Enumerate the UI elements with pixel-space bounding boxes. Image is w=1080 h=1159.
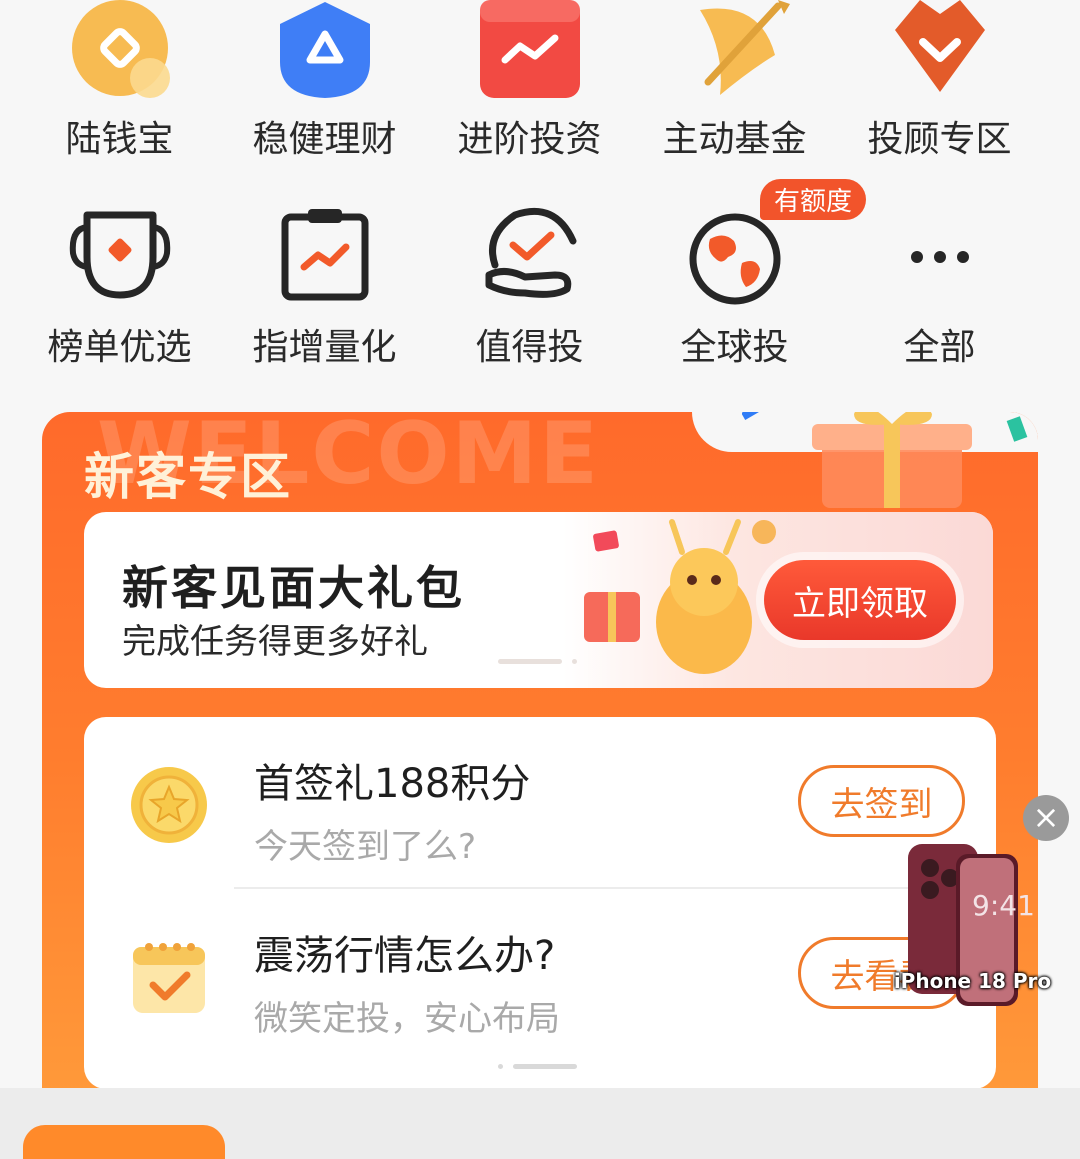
globe-icon <box>680 205 790 305</box>
quick-entry-row-2: 榜单优选 指增量化 值得投 有额度 全球投 全部 <box>17 179 1080 385</box>
carousel-indicator <box>498 1056 587 1075</box>
ad-label: iPhone 18 Pro <box>893 969 1052 993</box>
newbie-title: 新客专区 <box>84 448 292 506</box>
task-row[interactable]: 首签礼188积分 今天签到了么? 去签到 <box>84 717 996 887</box>
entry-jinjie-touzi[interactable]: 进阶投资 <box>427 0 632 170</box>
carousel-indicator <box>498 651 587 670</box>
entry-quanbu[interactable]: 全部 <box>837 195 1042 385</box>
task-title: 震荡行情怎么办? <box>254 933 556 979</box>
archery-icon <box>680 0 790 100</box>
shield-icon <box>270 0 380 100</box>
task-title: 首签礼188积分 <box>254 761 531 807</box>
more-icon <box>885 205 995 305</box>
entry-label: 全球投 <box>680 327 789 368</box>
entry-zhide-tou[interactable]: 值得投 <box>427 195 632 385</box>
gift-box-icon <box>742 412 1028 508</box>
close-ad-button[interactable]: × <box>1023 795 1069 841</box>
entry-zhudong-jijin[interactable]: 主动基金 <box>632 0 837 170</box>
svg-text:9:41: 9:41 <box>972 889 1035 922</box>
entry-lujinbao[interactable]: 陆钱宝 <box>17 0 222 170</box>
entry-label: 值得投 <box>475 327 584 368</box>
calendar-check-icon <box>129 937 209 1017</box>
sign-in-button[interactable]: 去签到 <box>798 765 965 837</box>
task-row[interactable]: 震荡行情怎么办? 微笑定投，安心布局 去看看 <box>84 889 996 1059</box>
entry-wenjian-licai[interactable]: 稳健理财 <box>222 0 427 170</box>
task-list-card: 首签礼188积分 今天签到了么? 去签到 震荡行情怎么办? 微笑定投，安心布局 … <box>84 717 996 1089</box>
entry-zhizeng-lianghua[interactable]: 指增量化 <box>222 195 427 385</box>
entry-label: 稳健理财 <box>252 119 397 160</box>
bottom-floating-button[interactable] <box>23 1125 225 1159</box>
claim-now-button[interactable]: 立即领取 <box>764 560 956 640</box>
entry-label: 全部 <box>903 327 976 368</box>
floating-phone-ad[interactable]: 9:41 iPhone 18 Pro <box>880 840 1065 1015</box>
hand-check-icon <box>475 205 585 305</box>
gift-pack-card[interactable]: 新客见面大礼包 完成任务得更多好礼 立即领取 <box>84 512 993 688</box>
task-subtitle: 今天签到了么? <box>254 827 477 867</box>
chevron-shield-icon <box>885 0 995 100</box>
trophy-icon <box>65 205 175 305</box>
gold-star-coin-icon <box>129 765 209 845</box>
trend-calendar-icon <box>475 0 585 100</box>
entry-bangdan-youxuan[interactable]: 榜单优选 <box>17 195 222 385</box>
gift-pack-subtitle: 完成任务得更多好礼 <box>122 622 428 662</box>
entry-label: 主动基金 <box>662 119 807 160</box>
entry-label: 投顾专区 <box>867 119 1012 160</box>
entry-label: 指增量化 <box>252 327 397 368</box>
entry-label: 榜单优选 <box>47 327 192 368</box>
mascot-deer-icon <box>584 519 776 674</box>
entry-label: 进阶投资 <box>457 119 602 160</box>
entry-label: 陆钱宝 <box>65 119 174 160</box>
entry-quanqiu-tou[interactable]: 有额度 全球投 <box>632 179 867 385</box>
gift-pack-title: 新客见面大礼包 <box>122 561 465 615</box>
entry-tougu-zhuanqu[interactable]: 投顾专区 <box>837 0 1042 170</box>
task-subtitle: 微笑定投，安心布局 <box>254 999 560 1039</box>
quick-entry-row-1: 陆钱宝 稳健理财 进阶投资 主动基金 投顾专区 <box>17 0 1080 170</box>
coin-icon <box>65 0 175 100</box>
clipboard-chart-icon <box>270 205 380 305</box>
